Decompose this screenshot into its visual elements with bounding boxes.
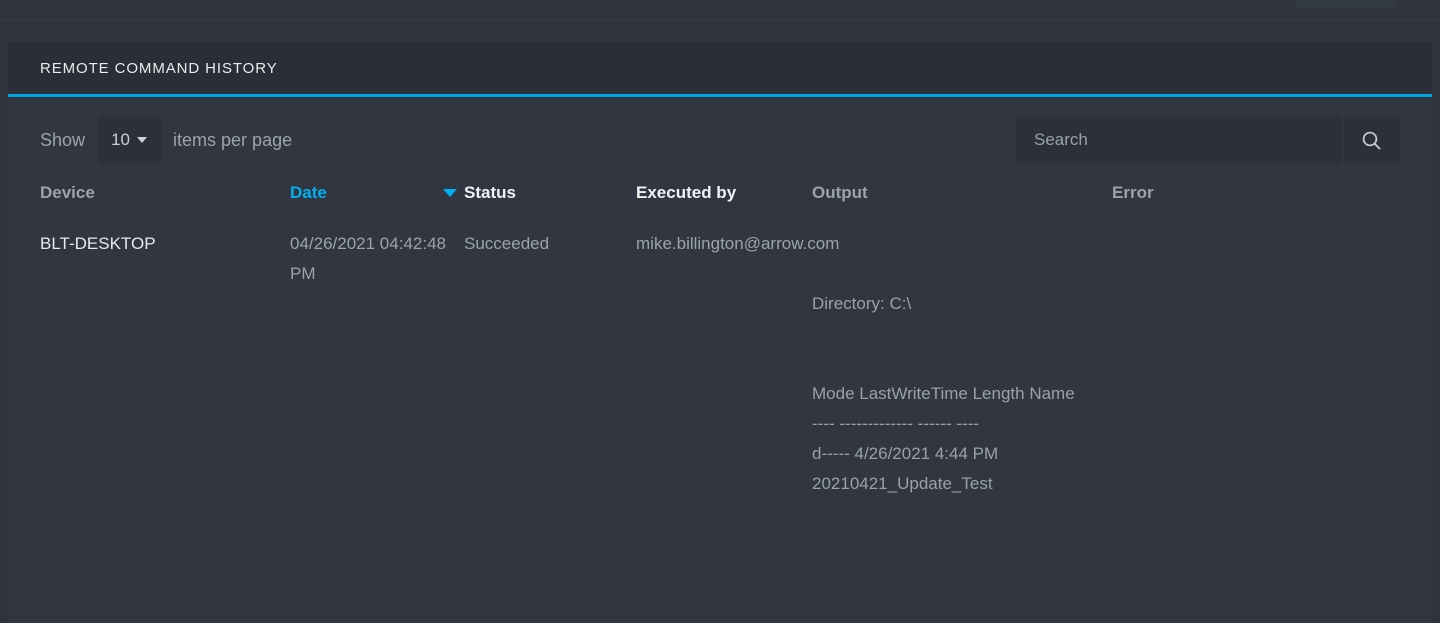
column-header-device[interactable]: Device [40,183,290,217]
show-label: Show [40,129,86,150]
search-group [1016,116,1400,164]
chevron-down-icon [136,137,147,143]
column-header-date[interactable]: Date [290,183,464,217]
page-size-control: Show 10 items per page [40,116,292,164]
table-row[interactable]: BLT-DESKTOP 04/26/2021 04:42:48 PM Succe… [40,217,1400,511]
cell-executed-by: mike.billington@arrow.com [636,234,840,253]
cell-status: Succeeded [464,234,550,253]
column-header-label: Status [464,183,516,202]
column-header-label: Output [812,183,868,202]
table-toolbar: Show 10 items per page [40,97,1400,183]
command-history-table: Device Date Status Executed by Output Er… [40,183,1400,511]
column-header-label: Device [40,183,95,202]
column-header-label: Error [1112,183,1154,202]
table-header-row: Device Date Status Executed by Output Er… [40,183,1400,217]
partial-top-button[interactable] [1296,0,1396,8]
search-input[interactable] [1016,116,1342,164]
column-header-output[interactable]: Output [812,183,1112,217]
card-header: REMOTE COMMAND HISTORY [8,42,1432,97]
card-body: Show 10 items per page Search Device Dat… [8,97,1432,511]
page-title: REMOTE COMMAND HISTORY [40,59,278,77]
page-size-select[interactable]: 10 [97,116,162,164]
cell-output: Directory: C:\ Mode LastWriteTime Length… [812,294,1075,493]
items-per-page-label: items per page [173,129,293,150]
search-button[interactable] [1342,116,1400,164]
column-header-label: Executed by [636,183,737,202]
cell-error [1112,217,1400,511]
sort-descending-icon [442,189,457,197]
column-header-status[interactable]: Status [464,183,636,217]
search-icon [1362,131,1381,150]
cell-date: 04/26/2021 04:42:48 PM [290,234,446,283]
top-strip [0,0,1440,20]
column-header-label: Date [290,183,327,202]
column-header-error[interactable]: Error [1112,183,1400,217]
column-header-executed-by[interactable]: Executed by [636,183,812,217]
page-size-value: 10 [111,130,130,149]
cell-device: BLT-DESKTOP [40,234,156,253]
remote-command-history-card: REMOTE COMMAND HISTORY Show 10 items per… [8,42,1432,623]
